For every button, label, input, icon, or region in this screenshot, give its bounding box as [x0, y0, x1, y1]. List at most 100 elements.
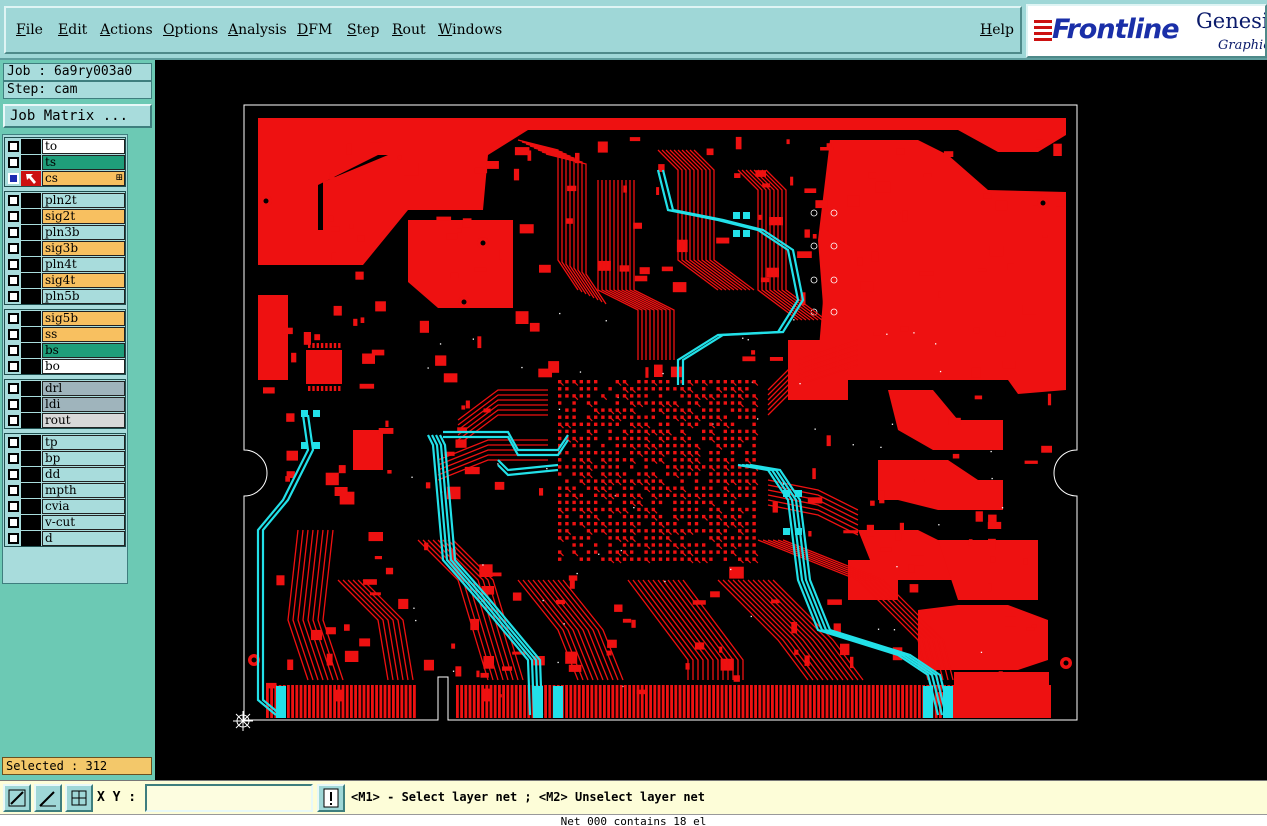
layer-row-to[interactable]: to: [5, 139, 125, 154]
edge-finger: [316, 685, 320, 718]
layer-row-tp[interactable]: tp: [5, 435, 125, 450]
layer-name[interactable]: pln3b: [42, 225, 125, 240]
layer-row-pln2t[interactable]: pln2t: [5, 193, 125, 208]
layer-checkbox[interactable]: [8, 313, 19, 324]
layer-name[interactable]: dd: [42, 467, 125, 482]
layer-checkbox[interactable]: [8, 329, 19, 340]
bga-pad: [694, 543, 699, 547]
grid-button[interactable]: [65, 784, 93, 812]
layer-row-pln3b[interactable]: pln3b: [5, 225, 125, 240]
layer-name[interactable]: rout: [42, 413, 125, 428]
layer-checkbox[interactable]: [8, 227, 19, 238]
layer-checkbox[interactable]: [8, 501, 19, 512]
silk-speck: [413, 607, 415, 609]
layer-row-bo[interactable]: bo: [5, 359, 125, 374]
copper-pour: [353, 430, 383, 470]
layer-name[interactable]: sig3b: [42, 241, 125, 256]
info-button[interactable]: [317, 784, 345, 812]
smd-pad: [565, 218, 573, 224]
layer-name[interactable]: d: [42, 531, 125, 546]
layer-checkbox[interactable]: [8, 399, 19, 410]
pcb-canvas[interactable]: [158, 60, 1267, 780]
silk-speck: [664, 580, 666, 583]
layer-row-v-cut[interactable]: v-cut: [5, 515, 125, 530]
job-matrix-button[interactable]: Job Matrix ...: [3, 104, 152, 128]
layer-name[interactable]: pln4t: [42, 257, 125, 272]
layer-row-dd[interactable]: dd: [5, 467, 125, 482]
layer-row-sig3b[interactable]: sig3b: [5, 241, 125, 256]
layer-row-sig4t[interactable]: sig4t: [5, 273, 125, 288]
layer-row-mpth[interactable]: mpth: [5, 483, 125, 498]
bga-fanout: [624, 395, 629, 401]
layer-name[interactable]: ldi: [42, 397, 125, 412]
layer-checkbox[interactable]: [8, 141, 19, 152]
menu-step[interactable]: Step: [347, 22, 379, 38]
layer-row-cs[interactable]: cs ⊞: [5, 171, 125, 186]
layer-name[interactable]: drl: [42, 381, 125, 396]
layer-checkbox[interactable]: [8, 243, 19, 254]
layer-row-bs[interactable]: bs: [5, 343, 125, 358]
bga-pad: [709, 451, 713, 455]
layer-checkbox[interactable]: [8, 195, 19, 206]
menu-file[interactable]: File: [16, 22, 43, 38]
bga-pad: [615, 458, 619, 462]
xy-input[interactable]: [145, 784, 313, 812]
layer-row-rout[interactable]: rout: [5, 413, 125, 428]
layer-checkbox[interactable]: [8, 275, 19, 286]
layer-row-drl[interactable]: drl: [5, 381, 125, 396]
layer-name[interactable]: to: [42, 139, 125, 154]
menu-dfm[interactable]: DFM: [297, 22, 332, 38]
layer-checkbox[interactable]: [8, 533, 19, 544]
layer-checkbox[interactable]: [8, 259, 19, 270]
layer-name[interactable]: pln2t: [42, 193, 125, 208]
layer-row-pln4t[interactable]: pln4t: [5, 257, 125, 272]
layer-row-cvia[interactable]: cvia: [5, 499, 125, 514]
layer-name[interactable]: sig4t: [42, 273, 125, 288]
edge-finger: [548, 685, 552, 718]
layer-checkbox[interactable]: [8, 415, 19, 426]
layer-row-ldi[interactable]: ldi: [5, 397, 125, 412]
layer-name[interactable]: pln5b: [42, 289, 125, 304]
layer-checkbox[interactable]: [8, 345, 19, 356]
layer-row-d[interactable]: d: [5, 531, 125, 546]
layer-row-ts[interactable]: ts: [5, 155, 125, 170]
layer-name[interactable]: sig2t: [42, 209, 125, 224]
layer-row-pln5b[interactable]: pln5b: [5, 289, 125, 304]
layer-checkbox[interactable]: [8, 383, 19, 394]
layer-name[interactable]: bo: [42, 359, 125, 374]
layer-name[interactable]: bp: [42, 451, 125, 466]
layer-name[interactable]: cvia: [42, 499, 125, 514]
menu-help[interactable]: Help: [980, 22, 1014, 38]
zoom-fit-button[interactable]: [3, 784, 31, 812]
layer-name[interactable]: cs ⊞: [42, 171, 125, 186]
layer-checkbox[interactable]: [8, 437, 19, 448]
layer-checkbox[interactable]: [8, 291, 19, 302]
layer-name[interactable]: bs: [42, 343, 125, 358]
layer-checkbox[interactable]: [8, 173, 19, 184]
menu-options[interactable]: Options: [163, 22, 218, 38]
menu-edit[interactable]: Edit: [58, 22, 87, 38]
menu-windows[interactable]: Windows: [438, 22, 502, 38]
layer-checkbox[interactable]: [8, 517, 19, 528]
layer-checkbox[interactable]: [8, 211, 19, 222]
layer-name[interactable]: v-cut: [42, 515, 125, 530]
layer-name[interactable]: tp: [42, 435, 125, 450]
layer-checkbox[interactable]: [8, 361, 19, 372]
layer-checkbox[interactable]: [8, 157, 19, 168]
layer-row-ss[interactable]: ss: [5, 327, 125, 342]
graphic-area[interactable]: [158, 60, 1267, 780]
layer-checkbox[interactable]: [8, 453, 19, 464]
layer-checkbox[interactable]: [8, 469, 19, 480]
layer-row-bp[interactable]: bp: [5, 451, 125, 466]
menu-rout[interactable]: Rout: [392, 22, 426, 38]
layer-name[interactable]: mpth: [42, 483, 125, 498]
measure-button[interactable]: [34, 784, 62, 812]
layer-name[interactable]: ss: [42, 327, 125, 342]
layer-checkbox[interactable]: [8, 485, 19, 496]
layer-row-sig2t[interactable]: sig2t: [5, 209, 125, 224]
layer-name[interactable]: ts: [42, 155, 125, 170]
menu-actions[interactable]: Actions: [100, 22, 153, 38]
layer-row-sig5b[interactable]: sig5b: [5, 311, 125, 326]
layer-name[interactable]: sig5b: [42, 311, 125, 326]
menu-analysis[interactable]: Analysis: [228, 22, 287, 38]
